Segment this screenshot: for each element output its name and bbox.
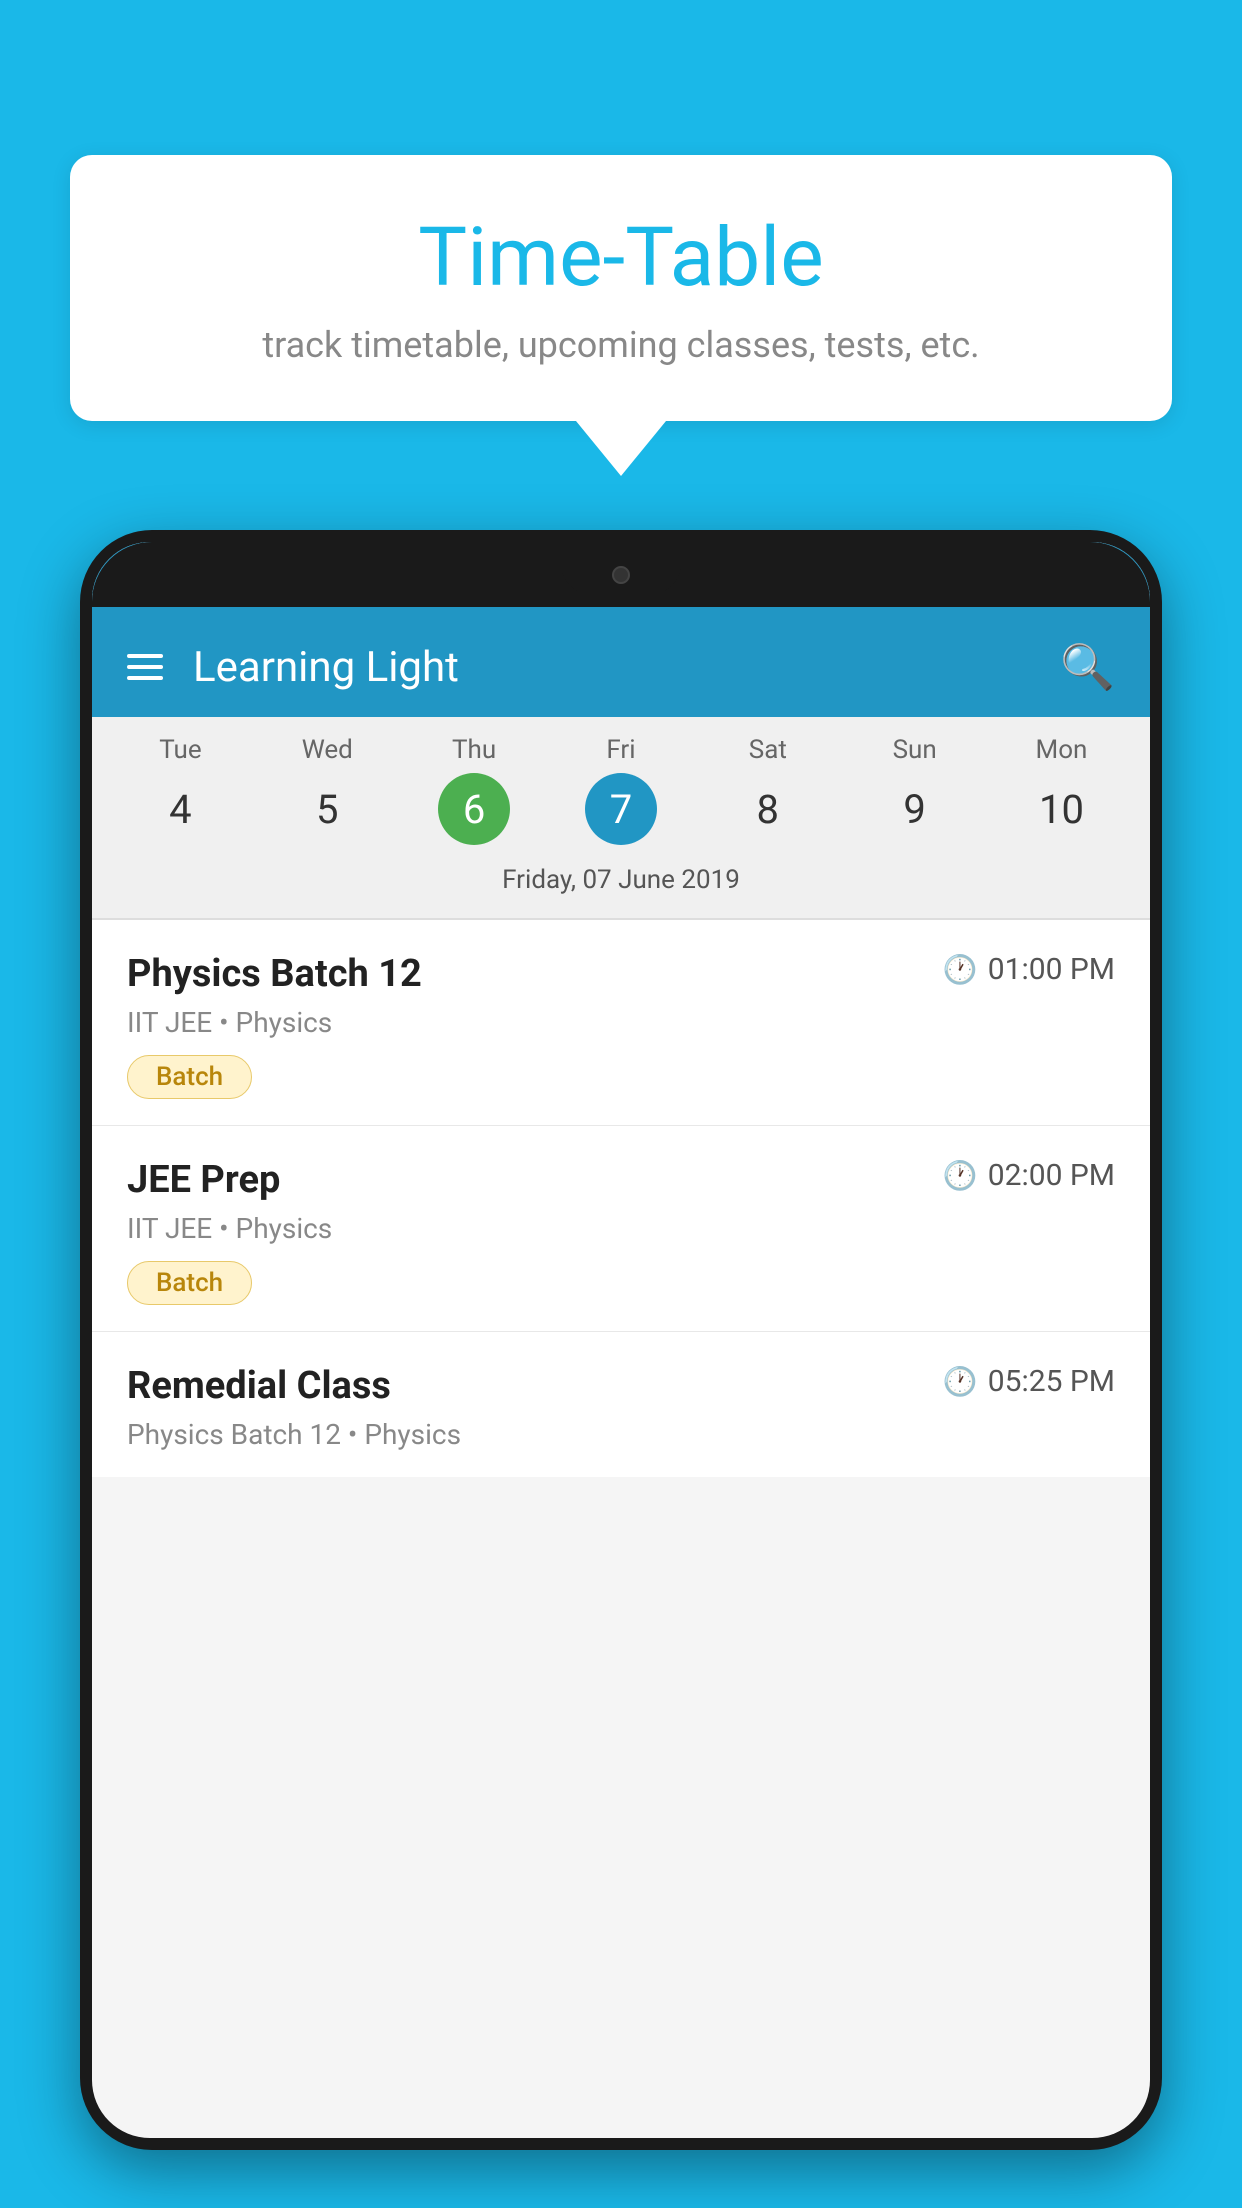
bubble-subtitle: track timetable, upcoming classes, tests… [130,324,1112,366]
app-bar: Learning Light 🔍 [92,617,1150,717]
class-details: Physics Batch 12 • Physics [127,1418,1115,1451]
camera-dot [612,566,630,584]
class-name: Physics Batch 12 [127,952,422,996]
class-item-header: Physics Batch 12 🕐 01:00 PM [127,952,1115,996]
class-time: 🕐 02:00 PM [943,1158,1115,1193]
calendar-strip[interactable]: Tue 4 Wed 5 Thu 6 Fri 7 Sat 8 Sun 9 Mon 10 Friday, 07… [92,717,1150,918]
batch-badge: Batch [127,1055,252,1099]
day-name: Sun [893,735,937,765]
class-item[interactable]: Remedial Class 🕐 05:25 PM Physics Batch 12… [92,1332,1150,1477]
days-row: Tue 4 Wed 5 Thu 6 Fri 7 Sat 8 Sun 9 Mon 10 [92,735,1150,845]
day-name: Wed [302,735,353,765]
class-item-header: JEE Prep 🕐 02:00 PM [127,1158,1115,1202]
phone-frame: 14:29 ▼ ▲ ▪ Learning Light 🔍 [80,530,1162,2150]
class-item[interactable]: Physics Batch 12 🕐 01:00 PM IIT JEE • Phys… [92,920,1150,1126]
day-number: 9 [879,773,951,845]
time-value: 05:25 PM [988,1364,1115,1399]
class-name: JEE Prep [127,1158,280,1202]
batch-badge: Batch [127,1261,252,1305]
speech-bubble-card: Time-Table track timetable, upcoming cla… [70,155,1172,421]
class-time: 🕐 05:25 PM [943,1364,1115,1399]
day-name: Thu [452,735,496,765]
day-number: 8 [732,773,804,845]
day-number: 5 [291,773,363,845]
bubble-tail [576,421,666,476]
calendar-day-item[interactable]: Sun 9 [855,735,975,845]
hamburger-line-3 [127,676,163,680]
day-number: 4 [144,773,216,845]
speech-bubble-section: Time-Table track timetable, upcoming cla… [70,155,1172,476]
search-icon[interactable]: 🔍 [1060,641,1115,693]
hamburger-icon[interactable] [127,654,163,680]
app-bar-left: Learning Light [127,643,459,692]
class-item-header: Remedial Class 🕐 05:25 PM [127,1364,1115,1408]
clock-icon: 🕐 [943,953,978,986]
time-value: 02:00 PM [988,1158,1115,1193]
day-number: 10 [1025,773,1097,845]
day-name: Mon [1036,735,1088,765]
clock-icon: 🕐 [943,1159,978,1192]
phone-top-bezel [92,542,1150,607]
phone-screen: 14:29 ▼ ▲ ▪ Learning Light 🔍 [92,542,1150,2138]
day-number: 6 [438,773,510,845]
class-details: IIT JEE • Physics [127,1212,1115,1245]
phone-notch [561,556,681,594]
calendar-day-item[interactable]: Mon 10 [1001,735,1121,845]
day-name: Fri [606,735,635,765]
class-name: Remedial Class [127,1364,391,1408]
time-value: 01:00 PM [988,952,1115,987]
app-title: Learning Light [193,643,459,692]
class-time: 🕐 01:00 PM [943,952,1115,987]
class-item[interactable]: JEE Prep 🕐 02:00 PM IIT JEE • Physics Batch [92,1126,1150,1332]
selected-date-label: Friday, 07 June 2019 [92,855,1150,910]
phone-mockup: 14:29 ▼ ▲ ▪ Learning Light 🔍 [80,530,1162,2208]
hamburger-line-2 [127,665,163,669]
day-name: Tue [159,735,201,765]
class-details: IIT JEE • Physics [127,1006,1115,1039]
calendar-day-item[interactable]: Tue 4 [120,735,240,845]
hamburger-line-1 [127,654,163,658]
calendar-day-item[interactable]: Fri 7 [561,735,681,845]
clock-icon: 🕐 [943,1365,978,1398]
day-name: Sat [749,735,787,765]
calendar-day-item[interactable]: Thu 6 [414,735,534,845]
day-number: 7 [585,773,657,845]
bubble-title: Time-Table [130,210,1112,306]
calendar-day-item[interactable]: Wed 5 [267,735,387,845]
class-list: Physics Batch 12 🕐 01:00 PM IIT JEE • Phys… [92,920,1150,1477]
calendar-day-item[interactable]: Sat 8 [708,735,828,845]
